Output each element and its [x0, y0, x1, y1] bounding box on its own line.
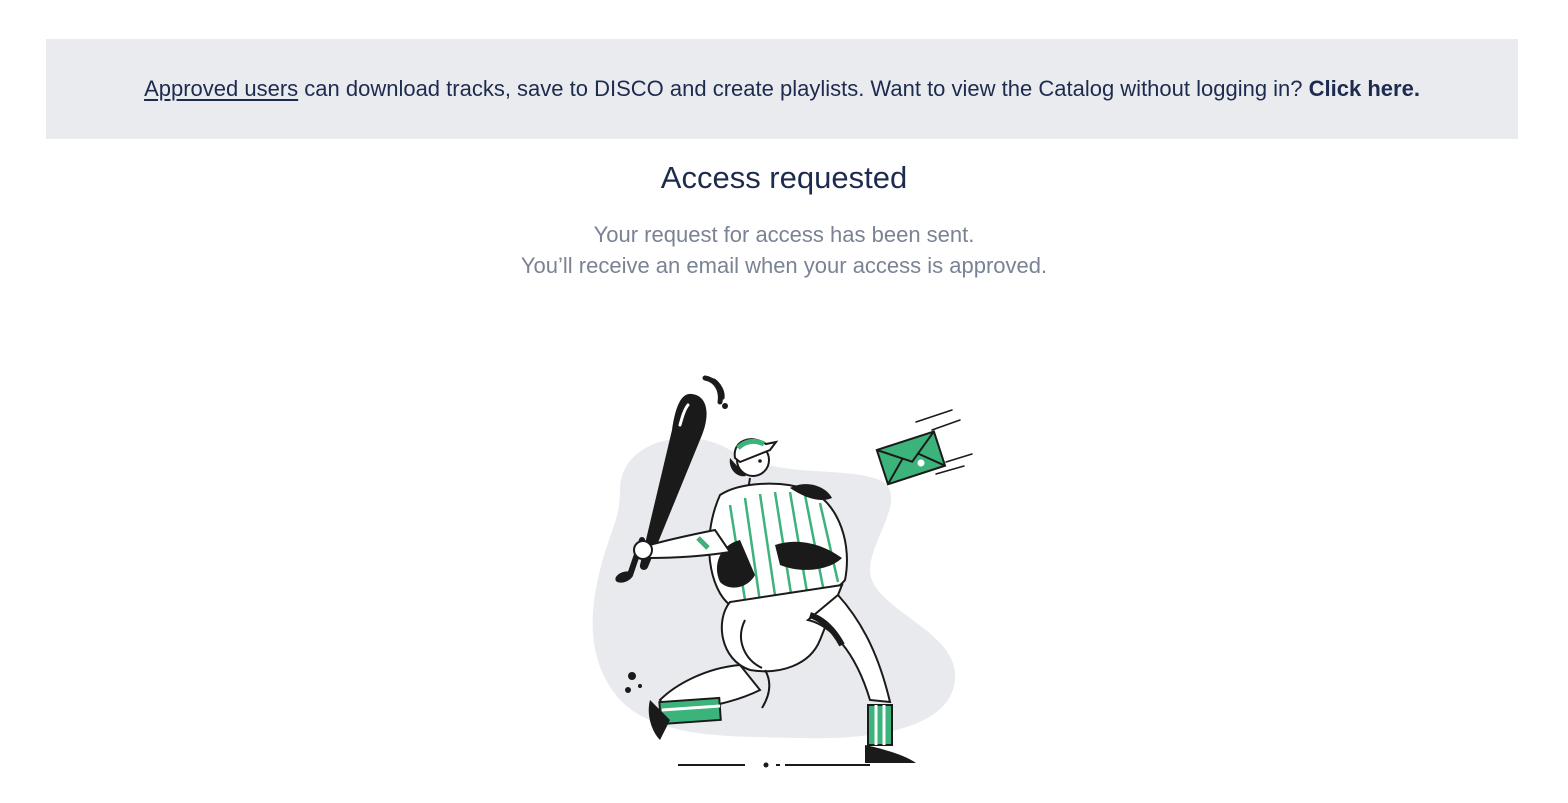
envelope-icon	[875, 430, 947, 486]
status-message: Your request for access has been sent. Y…	[0, 219, 1568, 281]
message-line-1: Your request for access has been sent.	[593, 222, 975, 247]
banner-text: Approved users can download tracks, save…	[144, 76, 1420, 102]
player-sock-right	[867, 704, 893, 746]
page-title: Access requested	[660, 160, 908, 195]
click-here-link[interactable]: Click here.	[1309, 76, 1420, 101]
banner-body-text: can download tracks, save to DISCO and c…	[298, 76, 1309, 101]
info-banner: Approved users can download tracks, save…	[46, 39, 1518, 139]
approved-users-link[interactable]: Approved users	[144, 76, 298, 101]
baseball-player-illustration	[592, 375, 973, 768]
message-line-2: You’ll receive an email when your access…	[520, 253, 1048, 278]
